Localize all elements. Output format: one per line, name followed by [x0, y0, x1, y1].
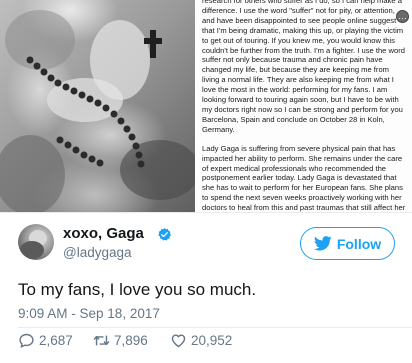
author-display-name[interactable]: xoxo, Gaga: [63, 225, 144, 242]
author-handle[interactable]: @ladygaga: [63, 245, 132, 260]
verified-badge-icon: [158, 227, 172, 241]
retweet-icon: [93, 335, 110, 346]
follow-button[interactable]: Follow: [300, 227, 395, 260]
twitter-bird-icon: [313, 236, 332, 251]
tweet-media[interactable]: research for others who suffer as I do, …: [0, 0, 412, 212]
retweet-count: 7,896: [114, 333, 148, 348]
like-button[interactable]: 20,952: [170, 332, 232, 349]
tweet-text: To my fans, I love you so much.: [18, 280, 257, 299]
reply-button[interactable]: 2,687: [18, 332, 73, 349]
divider: [18, 327, 412, 328]
follow-button-label: Follow: [336, 235, 382, 252]
photo-illustration: [0, 10, 195, 212]
retweet-button[interactable]: 7,896: [93, 332, 148, 349]
like-icon: [171, 334, 186, 348]
more-icon[interactable]: …: [396, 10, 409, 23]
tweet-header: xoxo, Gaga @ladygaga Follow: [0, 213, 412, 271]
avatar[interactable]: [18, 224, 54, 260]
tweet-timestamp[interactable]: 9:09 AM - Sep 18, 2017: [18, 306, 160, 321]
statement-screenshot: research for others who suffer as I do, …: [196, 0, 412, 212]
statement-paragraph-1: research for others who suffer as I do, …: [202, 0, 405, 134]
tweet-photo[interactable]: [0, 0, 195, 212]
like-count: 20,952: [191, 333, 233, 348]
reply-icon: [19, 333, 34, 348]
reply-count: 2,687: [39, 333, 73, 348]
statement-paragraph-2: Lady Gaga is suffering from severe physi…: [202, 143, 406, 212]
